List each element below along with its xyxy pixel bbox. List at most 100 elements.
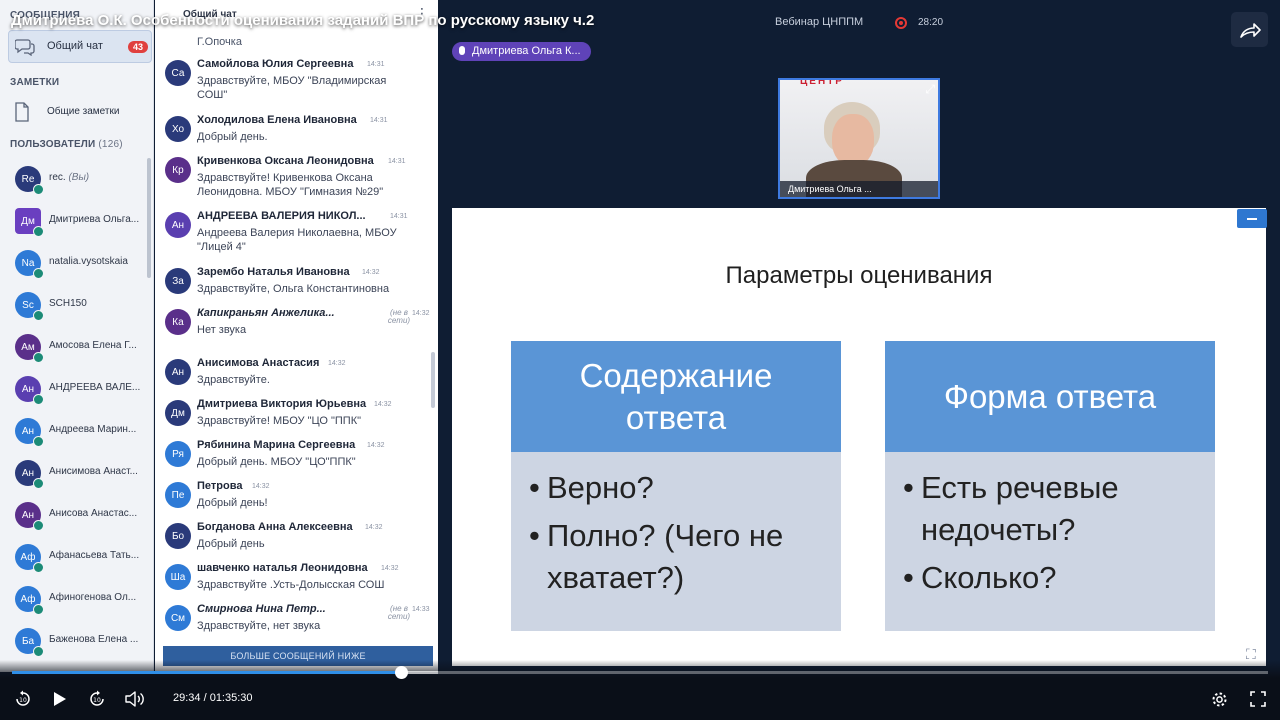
user-list-item[interactable]: Ан Анисимова Анаст... xyxy=(0,452,152,494)
user-name: SCH150 xyxy=(49,298,145,309)
message-time: 14:33 xyxy=(412,606,430,613)
user-name-text: Афиногенова Ол... xyxy=(49,592,137,603)
user-name-text: rec. xyxy=(49,172,66,183)
sidebar-scrollbar[interactable] xyxy=(147,158,151,278)
app-root: СООБЩЕНИЯ Общий чат 43 ЗАМЕТКИ Общие зам… xyxy=(0,0,1280,720)
message-author: шавченко наталья Леонидовна xyxy=(197,562,368,574)
users-heading: ПОЛЬЗОВАТЕЛИ (126) xyxy=(0,139,133,150)
user-suffix: (Вы) xyxy=(68,172,90,183)
expand-icon[interactable]: ⤢ xyxy=(925,82,935,97)
avatar: Ря xyxy=(165,441,191,467)
message-author: Дмитриева Виктория Юрьевна xyxy=(197,398,367,410)
user-list-item[interactable]: Re rec. (Вы) xyxy=(0,158,152,200)
forward-10-label: 10 xyxy=(93,697,101,704)
slide-box-heading: Форма ответа xyxy=(885,341,1215,452)
mic-status-icon xyxy=(33,310,44,321)
user-list-item[interactable]: Дм Дмитриева Ольга... xyxy=(0,200,152,242)
settings-icon xyxy=(1212,692,1227,707)
avatar: Бо xyxy=(165,523,191,549)
forward-10-button[interactable]: 10 xyxy=(88,690,106,711)
message-time: 14:32 xyxy=(367,442,385,449)
mic-status-icon xyxy=(33,604,44,615)
user-list: Re rec. (Вы) Дм Дмитриева Ольга... Na natali… xyxy=(0,158,152,662)
user-list-item[interactable]: Na natalia.vysotskaia xyxy=(0,242,152,284)
user-name: Андреева Марин... xyxy=(49,424,145,435)
message-time: 14:32 xyxy=(365,524,383,531)
webinar-label: Вебинар ЦНППМ xyxy=(775,16,864,28)
share-button[interactable] xyxy=(1231,12,1268,47)
progress-track[interactable] xyxy=(12,666,1268,679)
user-name-text: АНДРЕЕВА ВАЛЕ... xyxy=(49,382,141,393)
slide-bullet: Сколько? xyxy=(903,557,1203,599)
user-name: АНДРЕЕВА ВАЛЕ... xyxy=(49,382,145,393)
message-text: Нет звука xyxy=(197,324,247,336)
slide-box-list: Верно? Полно? (Чего не хватает?) xyxy=(529,467,829,605)
slide-minimize-button[interactable] xyxy=(1237,209,1267,228)
message-time: 14:32 xyxy=(328,360,346,367)
message-time: 14:32 xyxy=(412,310,430,317)
message-text: Добрый день. МБОУ "ЦО"ППК" xyxy=(197,456,356,468)
unread-badge: 43 xyxy=(127,41,148,53)
user-list-item[interactable]: Ан АНДРЕЕВА ВАЛЕ... xyxy=(0,368,152,410)
note-icon xyxy=(15,102,29,122)
message-time: 14:31 xyxy=(370,117,388,124)
message-text: Здравствуйте. xyxy=(197,374,270,386)
user-list-item[interactable]: Ба Баженова Елена ... xyxy=(0,620,152,662)
slide-box-heading: Содержание ответа xyxy=(511,341,841,452)
avatar: Ан xyxy=(165,359,191,385)
avatar: Дм xyxy=(165,400,191,426)
fullscreen-button[interactable] xyxy=(1250,691,1266,710)
slide-title: Параметры оценивания xyxy=(725,262,993,289)
chat-bubbles-icon xyxy=(15,39,35,56)
sidebar-item-label: Общие заметки xyxy=(47,106,120,117)
heading-line: ответа xyxy=(625,398,727,436)
avatar: Кр xyxy=(165,157,191,183)
settings-button[interactable] xyxy=(1211,691,1228,711)
sidebar-item-common-chat[interactable]: Общий чат 43 xyxy=(8,30,152,63)
avatar: Хо xyxy=(165,116,191,142)
playback-time: 29:34 / 01:35:30 xyxy=(173,692,253,704)
avatar: Ша xyxy=(165,564,191,590)
video-area: Вебинар ЦНППМ 28:20 Дмитриева Ольга К...… xyxy=(438,0,1280,672)
user-name: natalia.vysotskaia xyxy=(49,256,145,267)
user-list-item[interactable]: Sc SCH150 xyxy=(0,284,152,326)
video-title: Дмитриева О.К. Особенности оценивания за… xyxy=(11,12,595,29)
camera-sign: ЦЕНТР xyxy=(800,78,844,87)
message-author: Холодилова Елена Ивановна xyxy=(197,114,357,126)
message-author: Богданова Анна Алексеевна xyxy=(197,521,353,533)
message-author: Капикраньян Анжелика... xyxy=(197,307,335,319)
message-author: АНДРЕЕВА ВАЛЕРИЯ НИКОЛ... xyxy=(197,210,366,222)
user-list-item[interactable]: Ан Анисова Анастас... xyxy=(0,494,152,536)
progress-knob[interactable] xyxy=(394,666,408,679)
volume-button[interactable] xyxy=(125,691,145,710)
user-list-item[interactable]: Аф Афиногенова Ол... xyxy=(0,578,152,620)
mic-status-icon xyxy=(33,646,44,657)
message-author: Кривенкова Оксана Леонидовна xyxy=(197,155,374,167)
chat-scrollbar[interactable] xyxy=(431,352,435,408)
notes-heading: ЗАМЕТКИ xyxy=(10,77,60,88)
slide-bullet: Полно? (Чего не хватает?) xyxy=(529,515,829,599)
message-text: Здравствуйте .Усть-Долысская СОШ xyxy=(197,579,385,591)
recording-time: 28:20 xyxy=(918,17,944,28)
sidebar-item-label: Общий чат xyxy=(47,40,103,52)
message-time: 14:31 xyxy=(367,61,385,68)
user-list-item[interactable]: Аф Афанасьева Тать... xyxy=(0,536,152,578)
play-button[interactable] xyxy=(53,691,67,710)
user-list-item[interactable]: Ан Андреева Марин... xyxy=(0,410,152,452)
slide-bullet: Есть речевые недочеты? xyxy=(903,467,1203,551)
users-heading-label: ПОЛЬЗОВАТЕЛИ xyxy=(10,139,96,150)
mic-icon xyxy=(459,46,465,55)
mic-status-icon xyxy=(33,436,44,447)
avatar: См xyxy=(165,605,191,631)
presenter-camera[interactable]: ЦЕНТР ⤢ Дмитриева Ольга ... xyxy=(778,78,940,199)
avatar: Са xyxy=(165,60,191,86)
avatar: За xyxy=(165,268,191,294)
message-text: Андреева Валерия Николаевна, МБОУ "Лицей… xyxy=(197,227,397,253)
sidebar: СООБЩЕНИЯ Общий чат 43 ЗАМЕТКИ Общие зам… xyxy=(0,0,154,672)
sidebar-item-common-notes[interactable]: Общие заметки xyxy=(8,98,152,126)
user-list-item[interactable]: Ам Амосова Елена Г... xyxy=(0,326,152,368)
message-time: 14:32 xyxy=(381,565,399,572)
replay-10-button[interactable]: 10 xyxy=(14,690,32,711)
user-name-text: Баженова Елена ... xyxy=(49,634,139,645)
chat-partial-message: Г.Опочка xyxy=(197,36,242,48)
